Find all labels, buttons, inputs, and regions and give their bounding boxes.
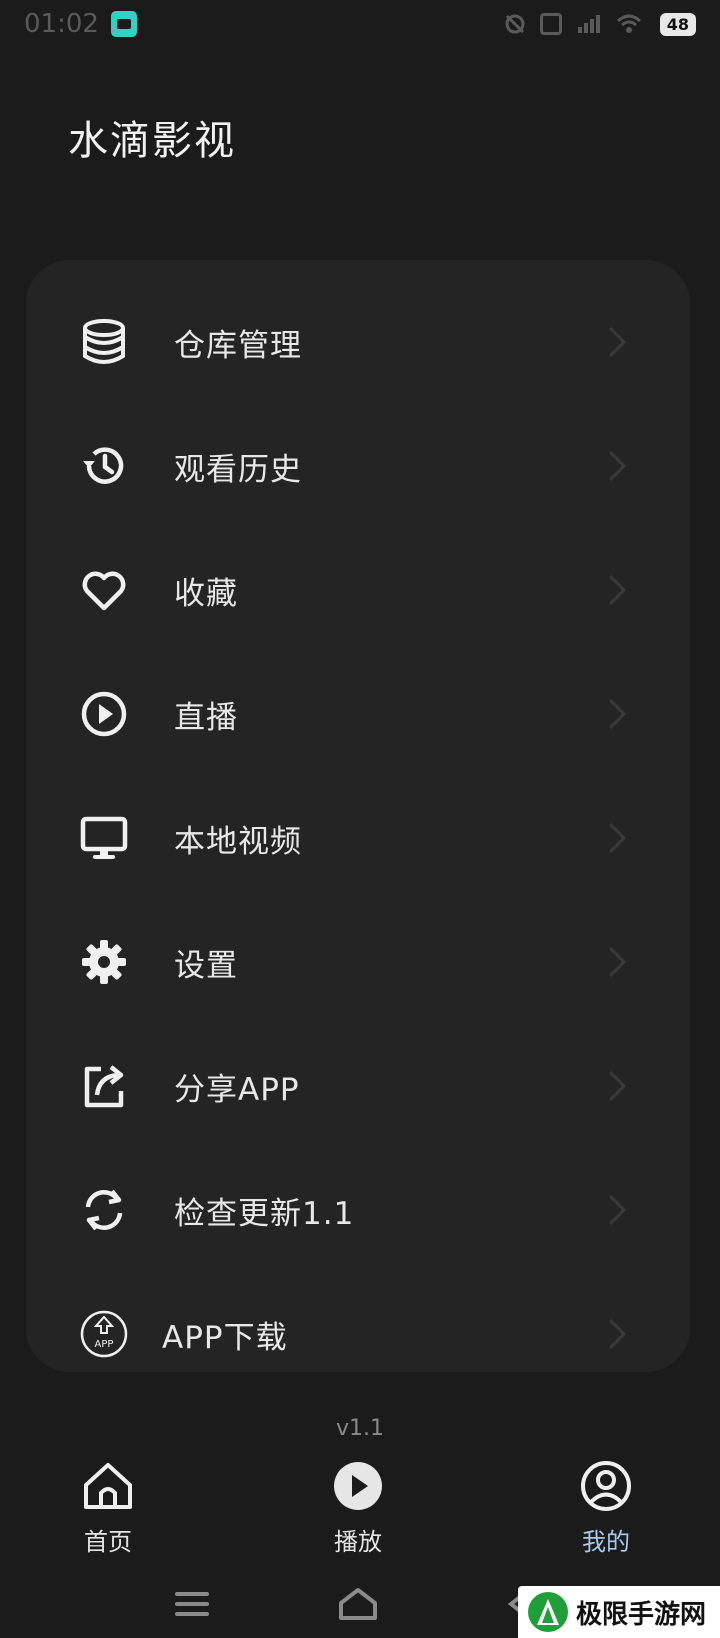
monitor-icon (78, 812, 130, 864)
status-bar: 01:02 48 (0, 0, 720, 48)
svg-text:APP: APP (95, 1339, 114, 1350)
play-icon (330, 1458, 386, 1514)
menu-item-label: 观看历史 (174, 451, 302, 488)
tab-home[interactable]: 首页 (48, 1458, 168, 1568)
play-circle-icon (78, 688, 130, 740)
chevron-right-icon (602, 322, 632, 362)
watermark-text: 极限手游网 (576, 1599, 707, 1630)
chevron-right-icon (602, 818, 632, 858)
menu-icon[interactable] (172, 1584, 212, 1624)
page-title: 水滴影视 (68, 118, 236, 164)
menu-card: 仓库管理 观看历史 收藏 直播 本地视频 设置 分享APP 检查更新1.1 AP… (26, 260, 690, 1372)
tab-label: 播放 (334, 1528, 382, 1556)
home-nav-icon[interactable] (338, 1584, 378, 1624)
menu-item-settings[interactable]: 设置 (26, 900, 690, 1024)
database-icon (78, 316, 130, 368)
status-time: 01:02 (24, 9, 99, 39)
chevron-right-icon (602, 570, 632, 610)
watermark: 极限手游网 (518, 1586, 720, 1638)
menu-item-label: APP下载 (162, 1319, 288, 1356)
battery-indicator: 48 (659, 12, 696, 36)
chevron-right-icon (602, 694, 632, 734)
tab-play[interactable]: 播放 (298, 1458, 418, 1568)
menu-item-label: 设置 (174, 947, 238, 984)
tab-label: 我的 (582, 1528, 630, 1556)
nfc-icon (539, 13, 562, 35)
user-icon (578, 1458, 634, 1514)
chevron-right-icon (602, 1190, 632, 1230)
refresh-icon (78, 1184, 130, 1236)
menu-item-share-app[interactable]: 分享APP (26, 1024, 690, 1148)
version-label: v1.1 (335, 1416, 384, 1441)
app-notification-icon (110, 11, 137, 37)
chevron-right-icon (602, 1314, 632, 1354)
app-download-icon: APP (78, 1308, 130, 1360)
gear-icon (78, 936, 130, 988)
tab-mine[interactable]: 我的 (546, 1458, 666, 1568)
menu-item-label: 分享APP (174, 1071, 300, 1108)
signal-icon (577, 15, 600, 33)
history-icon (78, 440, 130, 492)
chevron-right-icon (602, 942, 632, 982)
bottom-nav: 首页 播放 我的 (0, 1458, 720, 1568)
status-icons: 48 (504, 12, 696, 36)
menu-item-app-download[interactable]: APP APP下载 (26, 1272, 690, 1372)
wifi-icon (616, 14, 641, 33)
mute-icon (505, 14, 525, 34)
menu-item-label: 仓库管理 (174, 327, 302, 364)
chevron-right-icon (602, 446, 632, 486)
watermark-logo-icon (528, 1592, 568, 1632)
menu-item-history[interactable]: 观看历史 (26, 404, 690, 528)
share-icon (78, 1060, 130, 1112)
home-icon (80, 1458, 136, 1514)
menu-item-favorites[interactable]: 收藏 (26, 528, 690, 652)
menu-item-label: 本地视频 (174, 823, 302, 860)
menu-item-check-update[interactable]: 检查更新1.1 (26, 1148, 690, 1272)
menu-item-label: 直播 (174, 699, 238, 736)
menu-item-local-video[interactable]: 本地视频 (26, 776, 690, 900)
menu-item-label: 收藏 (174, 575, 238, 612)
heart-icon (78, 564, 130, 616)
tab-label: 首页 (84, 1528, 132, 1556)
menu-item-label: 检查更新1.1 (174, 1195, 355, 1232)
chevron-right-icon (602, 1066, 632, 1106)
menu-item-repository[interactable]: 仓库管理 (26, 280, 690, 404)
menu-item-live[interactable]: 直播 (26, 652, 690, 776)
